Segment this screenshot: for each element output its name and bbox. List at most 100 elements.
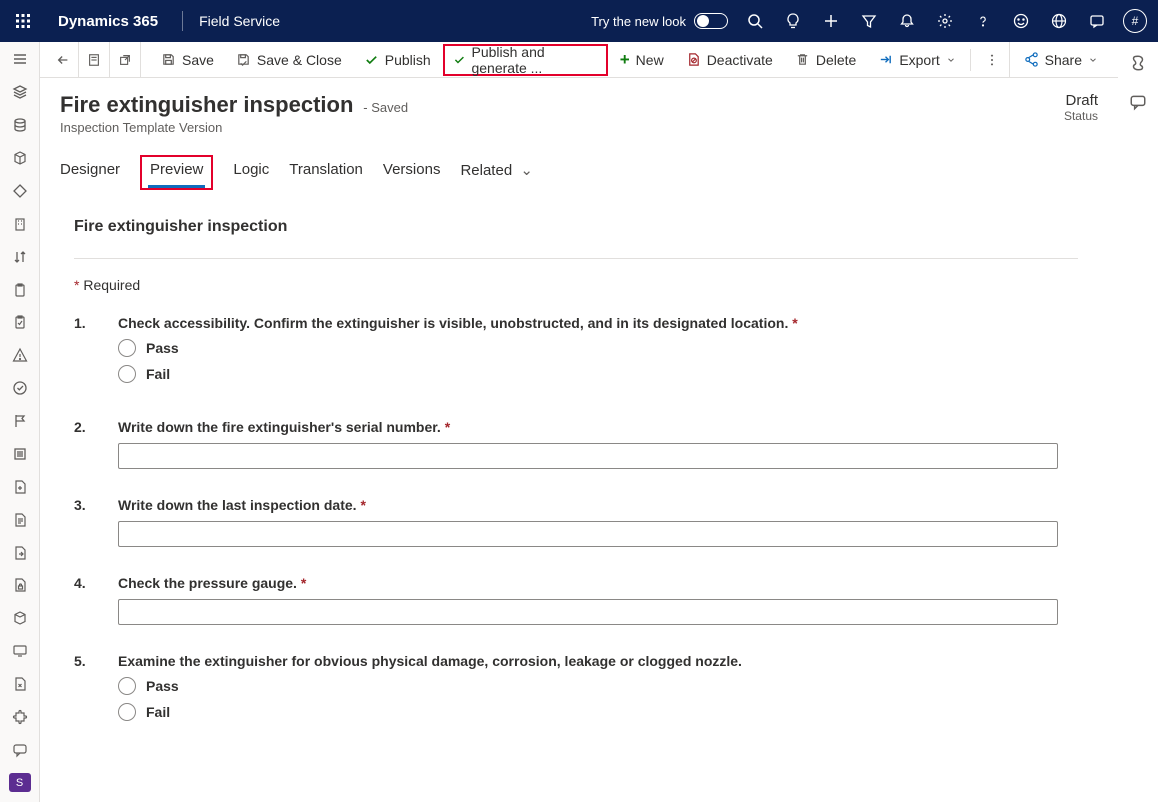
share-button[interactable]: Share [1009, 42, 1112, 78]
question-2: 2. Write down the fire extinguisher's se… [74, 419, 1078, 469]
text-input[interactable] [118, 521, 1058, 547]
stack-icon[interactable] [9, 83, 31, 102]
delete-button[interactable]: Delete [785, 45, 866, 75]
tab-designer[interactable]: Designer [60, 155, 120, 190]
try-new-look-label: Try the new look [591, 14, 686, 29]
page-x-icon[interactable] [9, 675, 31, 694]
list-icon[interactable] [9, 445, 31, 464]
tab-related[interactable]: Related ⌄ [460, 155, 532, 190]
tab-logic[interactable]: Logic [233, 155, 269, 190]
package-icon[interactable] [9, 609, 31, 628]
page-lock-icon[interactable] [9, 576, 31, 595]
left-nav: S [0, 42, 40, 802]
related-pane-button[interactable] [79, 42, 110, 78]
sort-icon[interactable] [9, 247, 31, 266]
tabs: Designer Preview Logic Translation Versi… [60, 155, 1098, 190]
app-name[interactable]: Field Service [199, 13, 280, 29]
page-icon[interactable] [9, 510, 31, 529]
page-out-icon[interactable] [9, 543, 31, 562]
more-button[interactable] [975, 45, 1009, 75]
cube-icon[interactable] [9, 149, 31, 168]
brand-name[interactable]: Dynamics 365 [50, 13, 166, 30]
lightbulb-icon[interactable] [776, 0, 810, 42]
save-close-button[interactable]: Save & Close [226, 45, 352, 75]
menu-icon[interactable] [9, 50, 31, 69]
filter-icon[interactable] [852, 0, 886, 42]
nav-divider [182, 11, 183, 31]
back-button[interactable] [46, 42, 79, 78]
radio-icon [118, 339, 136, 357]
gear-icon[interactable] [928, 0, 962, 42]
export-button[interactable]: Export [868, 45, 965, 75]
export-label: Export [899, 52, 939, 68]
flag-icon[interactable] [9, 412, 31, 431]
option-pass[interactable]: Pass [118, 677, 1078, 695]
publish-button[interactable]: Publish [354, 45, 441, 75]
comment-icon[interactable] [9, 740, 31, 759]
question-text: Write down the fire extinguisher's seria… [118, 419, 441, 435]
share-label: Share [1045, 52, 1082, 68]
page-add-icon[interactable] [9, 477, 31, 496]
question-text: Write down the last inspection date. [118, 497, 357, 513]
puzzle-icon[interactable] [9, 708, 31, 727]
toggle-icon[interactable] [694, 13, 728, 29]
option-pass[interactable]: Pass [118, 339, 1078, 357]
database-icon[interactable] [9, 116, 31, 135]
radio-icon [118, 365, 136, 383]
tab-versions[interactable]: Versions [383, 155, 441, 190]
chevron-down-icon [946, 55, 956, 65]
publish-generate-label: Publish and generate ... [471, 44, 597, 76]
new-label: New [636, 52, 664, 68]
globe-icon[interactable] [1042, 0, 1076, 42]
publish-generate-button[interactable]: Publish and generate ... [443, 44, 608, 76]
right-rail [1118, 42, 1158, 122]
account-icon[interactable]: # [1118, 0, 1152, 42]
publish-label: Publish [385, 52, 431, 68]
question-3: 3. Write down the last inspection date. … [74, 497, 1078, 547]
required-legend: * Required [74, 277, 1078, 293]
chevron-down-icon [1088, 55, 1098, 65]
question-number: 4. [74, 575, 98, 625]
question-number: 5. [74, 653, 98, 729]
plus-icon[interactable] [814, 0, 848, 42]
text-input[interactable] [118, 443, 1058, 469]
new-button[interactable]: + New [610, 45, 674, 75]
warning-icon[interactable] [9, 346, 31, 365]
building-icon[interactable] [9, 214, 31, 233]
search-icon[interactable] [738, 0, 772, 42]
status-value: Draft [1064, 92, 1098, 109]
help-icon[interactable] [966, 0, 1000, 42]
diamond-icon[interactable] [9, 182, 31, 201]
circle-check-icon[interactable] [9, 379, 31, 398]
tab-translation[interactable]: Translation [289, 155, 363, 190]
radio-icon [118, 703, 136, 721]
try-new-look-toggle[interactable]: Try the new look [591, 13, 728, 29]
chat-panel-icon[interactable] [1129, 93, 1147, 114]
form-scroll[interactable]: Fire extinguisher inspection * Required … [40, 192, 1118, 802]
page-title: Fire extinguisher inspection [60, 92, 353, 117]
divider [74, 258, 1078, 259]
app-launcher-icon[interactable] [6, 0, 40, 42]
clipboard-icon[interactable] [9, 280, 31, 299]
tab-preview[interactable]: Preview [140, 155, 213, 190]
option-fail[interactable]: Fail [118, 703, 1078, 721]
deactivate-button[interactable]: Deactivate [676, 45, 783, 75]
option-fail[interactable]: Fail [118, 365, 1078, 383]
open-window-button[interactable] [110, 42, 141, 78]
text-input[interactable] [118, 599, 1058, 625]
question-number: 1. [74, 315, 98, 391]
clipboard-check-icon[interactable] [9, 313, 31, 332]
monitor-icon[interactable] [9, 642, 31, 661]
save-button[interactable]: Save [151, 45, 224, 75]
bell-icon[interactable] [890, 0, 924, 42]
plus-icon: + [620, 51, 630, 68]
question-4: 4. Check the pressure gauge. * [74, 575, 1078, 625]
option-label: Fail [146, 704, 170, 720]
smile-icon[interactable] [1004, 0, 1038, 42]
question-number: 3. [74, 497, 98, 547]
status-block: Draft Status [1064, 92, 1098, 123]
copilot-icon[interactable] [1129, 54, 1147, 75]
chat-icon[interactable] [1080, 0, 1114, 42]
app-chip[interactable]: S [9, 773, 31, 792]
save-close-label: Save & Close [257, 52, 342, 68]
